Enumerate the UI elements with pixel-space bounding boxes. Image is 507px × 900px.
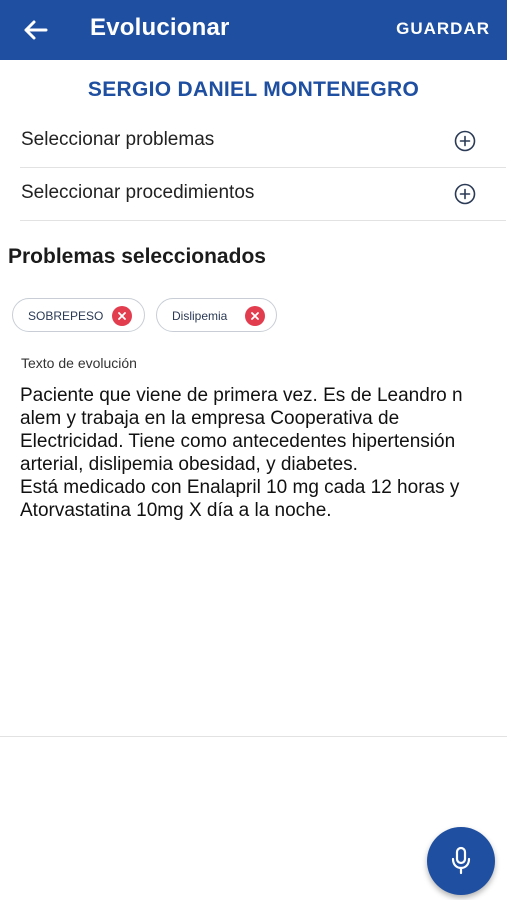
page-title: Evolucionar bbox=[90, 14, 230, 41]
evolution-text-input[interactable]: Paciente que viene de primera vez. Es de… bbox=[20, 384, 480, 522]
microphone-icon bbox=[451, 846, 471, 875]
add-circle-icon[interactable] bbox=[454, 130, 476, 152]
evolution-label: Texto de evolución bbox=[21, 355, 137, 371]
divider bbox=[0, 736, 507, 737]
select-procedures-label: Seleccionar procedimientos bbox=[21, 182, 255, 203]
save-button[interactable]: GUARDAR bbox=[396, 19, 490, 39]
close-icon[interactable] bbox=[245, 306, 265, 326]
close-icon[interactable] bbox=[112, 306, 132, 326]
chip-label: Dislipemia bbox=[172, 309, 228, 323]
back-button[interactable] bbox=[14, 10, 56, 50]
select-procedures-row[interactable]: Seleccionar procedimientos bbox=[20, 168, 506, 221]
problem-chip-dislipemia: Dislipemia bbox=[156, 298, 277, 332]
select-problems-label: Seleccionar problemas bbox=[21, 129, 215, 150]
patient-name: SERGIO DANIEL MONTENEGRO bbox=[87, 78, 420, 101]
voice-dictation-button[interactable] bbox=[427, 827, 495, 895]
app-bar: Evolucionar GUARDAR bbox=[0, 0, 507, 60]
arrow-left-icon bbox=[24, 20, 48, 40]
add-circle-icon[interactable] bbox=[454, 183, 476, 205]
select-problems-row[interactable]: Seleccionar problemas bbox=[20, 115, 506, 168]
chip-label: SOBREPESO bbox=[28, 309, 104, 323]
problem-chip-sobrepeso: SOBREPESO bbox=[12, 298, 145, 332]
selected-problems-title: Problemas seleccionados bbox=[8, 245, 266, 268]
